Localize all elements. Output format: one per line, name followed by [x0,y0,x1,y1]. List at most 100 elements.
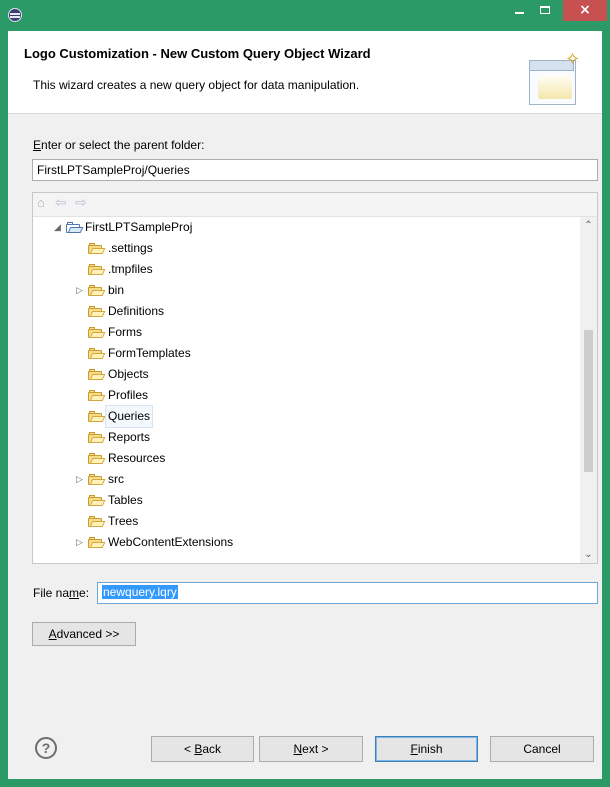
tree-item-label: bin [108,283,125,297]
file-name-label-prefix: File na [33,586,70,600]
eclipse-icon [8,8,22,22]
back-label: ack [202,742,222,756]
tree-item-label: .settings [108,241,153,255]
tree-item-label: Definitions [108,304,165,318]
tree-item-label: WebContentExtensions [108,535,234,549]
tree-folder-item[interactable]: Profiles [33,385,578,406]
next-mnemonic: N [293,742,303,756]
tree-folder-item[interactable]: Reports [33,427,578,448]
tree-folder-item[interactable]: FormTemplates [33,343,578,364]
folder-icon [88,390,106,401]
folder-icon [88,432,106,443]
tree-folder-item[interactable]: Trees [33,511,578,532]
folder-icon [88,516,106,527]
scrollbar-thumb[interactable] [584,330,593,472]
collapsed-arrow-icon[interactable]: ▷ [76,532,84,553]
file-name-selected-text: newquery.lqry [102,585,178,599]
dialog-content: Logo Customization - New Custom Query Ob… [8,31,602,779]
folder-icon [88,327,106,338]
home-icon[interactable]: ⌂ [37,196,49,209]
folder-icon [88,453,106,464]
tree-item-label: FirstLPTSampleProj [85,220,193,234]
title-bar: × [0,0,610,31]
close-button[interactable]: × [563,0,607,21]
advanced-label: dvanced >> [56,627,120,641]
next-button[interactable]: Next > [259,736,363,762]
tree-folder-item[interactable]: .tmpfiles [33,259,578,280]
tree-item-label: Objects [108,367,149,381]
tree-folder-item[interactable]: ▷ src [33,469,578,490]
close-icon: × [579,2,591,18]
tree-scrollbar[interactable]: ⌃ ⌄ [580,217,597,563]
tree-item-label: Resources [108,451,166,465]
tree-folder-item[interactable]: Resources [33,448,578,469]
minimize-button[interactable] [506,0,532,21]
advanced-mnemonic: A [48,627,57,641]
wizard-title: Logo Customization - New Custom Query Ob… [24,46,371,61]
finish-label: inish [417,742,443,756]
maximize-icon [540,6,550,14]
folder-icon [88,285,106,296]
tree-folder-item[interactable]: Tables [33,490,578,511]
forward-arrow-icon[interactable]: ⇨ [75,195,87,210]
finish-button[interactable]: Finish [375,736,478,762]
finish-mnemonic: F [410,742,418,756]
wizard-header: Logo Customization - New Custom Query Ob… [8,31,602,114]
tree-item-label: Reports [108,430,151,444]
folder-icon [88,369,106,380]
scroll-down-icon[interactable]: ⌄ [580,546,597,563]
file-name-label: File name: [33,586,89,600]
wizard-description: This wizard creates a new query object f… [33,78,360,92]
tree-item-label: Tables [108,493,143,507]
tree-folder-item[interactable]: .settings [33,238,578,259]
collapsed-arrow-icon[interactable]: ▷ [76,280,84,301]
folder-icon [88,243,106,254]
back-prefix: < [183,742,195,756]
maximize-button[interactable] [532,0,558,21]
tree-item-label: Profiles [108,388,149,402]
tree-item-label: FormTemplates [108,346,191,360]
sparkle-icon: ✧ [565,49,581,69]
folder-icon [88,306,106,317]
collapsed-arrow-icon[interactable]: ▷ [76,469,84,490]
parent-folder-input[interactable]: FirstLPTSampleProj/Queries [32,159,598,181]
folder-icon [88,264,106,275]
file-name-input[interactable]: newquery.lqry [97,582,598,604]
help-icon[interactable]: ? [35,737,57,759]
wizard-window: × Logo Customization - New Custom Query … [0,0,610,787]
cancel-button[interactable]: Cancel [490,736,594,762]
folder-tree[interactable]: ⌂ ⇦ ⇨ ◢ FirstLPTSampleProj .settings .tmpfi… [32,192,598,564]
folder-icon [88,537,106,548]
tree-folder-item[interactable]: ▷ WebContentExtensions [33,532,578,553]
tree-folder-item[interactable]: Queries [33,405,578,428]
file-name-label-mnemonic: m [69,586,80,600]
tree-project-item[interactable]: ◢ FirstLPTSampleProj [33,217,578,238]
parent-folder-label: Enter or select the parent folder: [33,138,204,152]
tree-item-label: src [108,472,124,486]
next-label: ext > [302,742,329,756]
tree-item-label: .tmpfiles [108,262,153,276]
tree-folder-item[interactable]: Objects [33,364,578,385]
folder-icon [88,474,106,485]
tree-item-label: Trees [108,514,139,528]
advanced-button[interactable]: Advanced >> [32,622,136,646]
tree-folder-item[interactable]: ▷ bin [33,280,578,301]
tree-folder-item[interactable]: Forms [33,322,578,343]
expanded-arrow-icon[interactable]: ◢ [54,217,62,238]
tree-item-label: Queries [104,405,154,428]
scroll-up-icon[interactable]: ⌃ [580,217,597,234]
minimize-icon [515,12,524,14]
folder-icon [88,495,106,506]
back-button[interactable]: < Back [151,736,254,762]
parent-folder-label-text: nter or select the parent folder: [41,138,205,152]
file-name-label-suffix: e: [79,586,90,600]
wizard-paper-icon [538,75,572,99]
folder-icon [88,348,106,359]
tree-folder-item[interactable]: Definitions [33,301,578,322]
tree-item-label: Forms [108,325,142,339]
tree-navigation-bar: ⌂ ⇦ ⇨ [33,193,597,217]
folder-icon [88,411,106,422]
back-arrow-icon[interactable]: ⇦ [55,195,67,210]
parent-folder-label-mnemonic: E [33,138,42,152]
wizard-graphic-icon: ✧ [527,49,581,107]
